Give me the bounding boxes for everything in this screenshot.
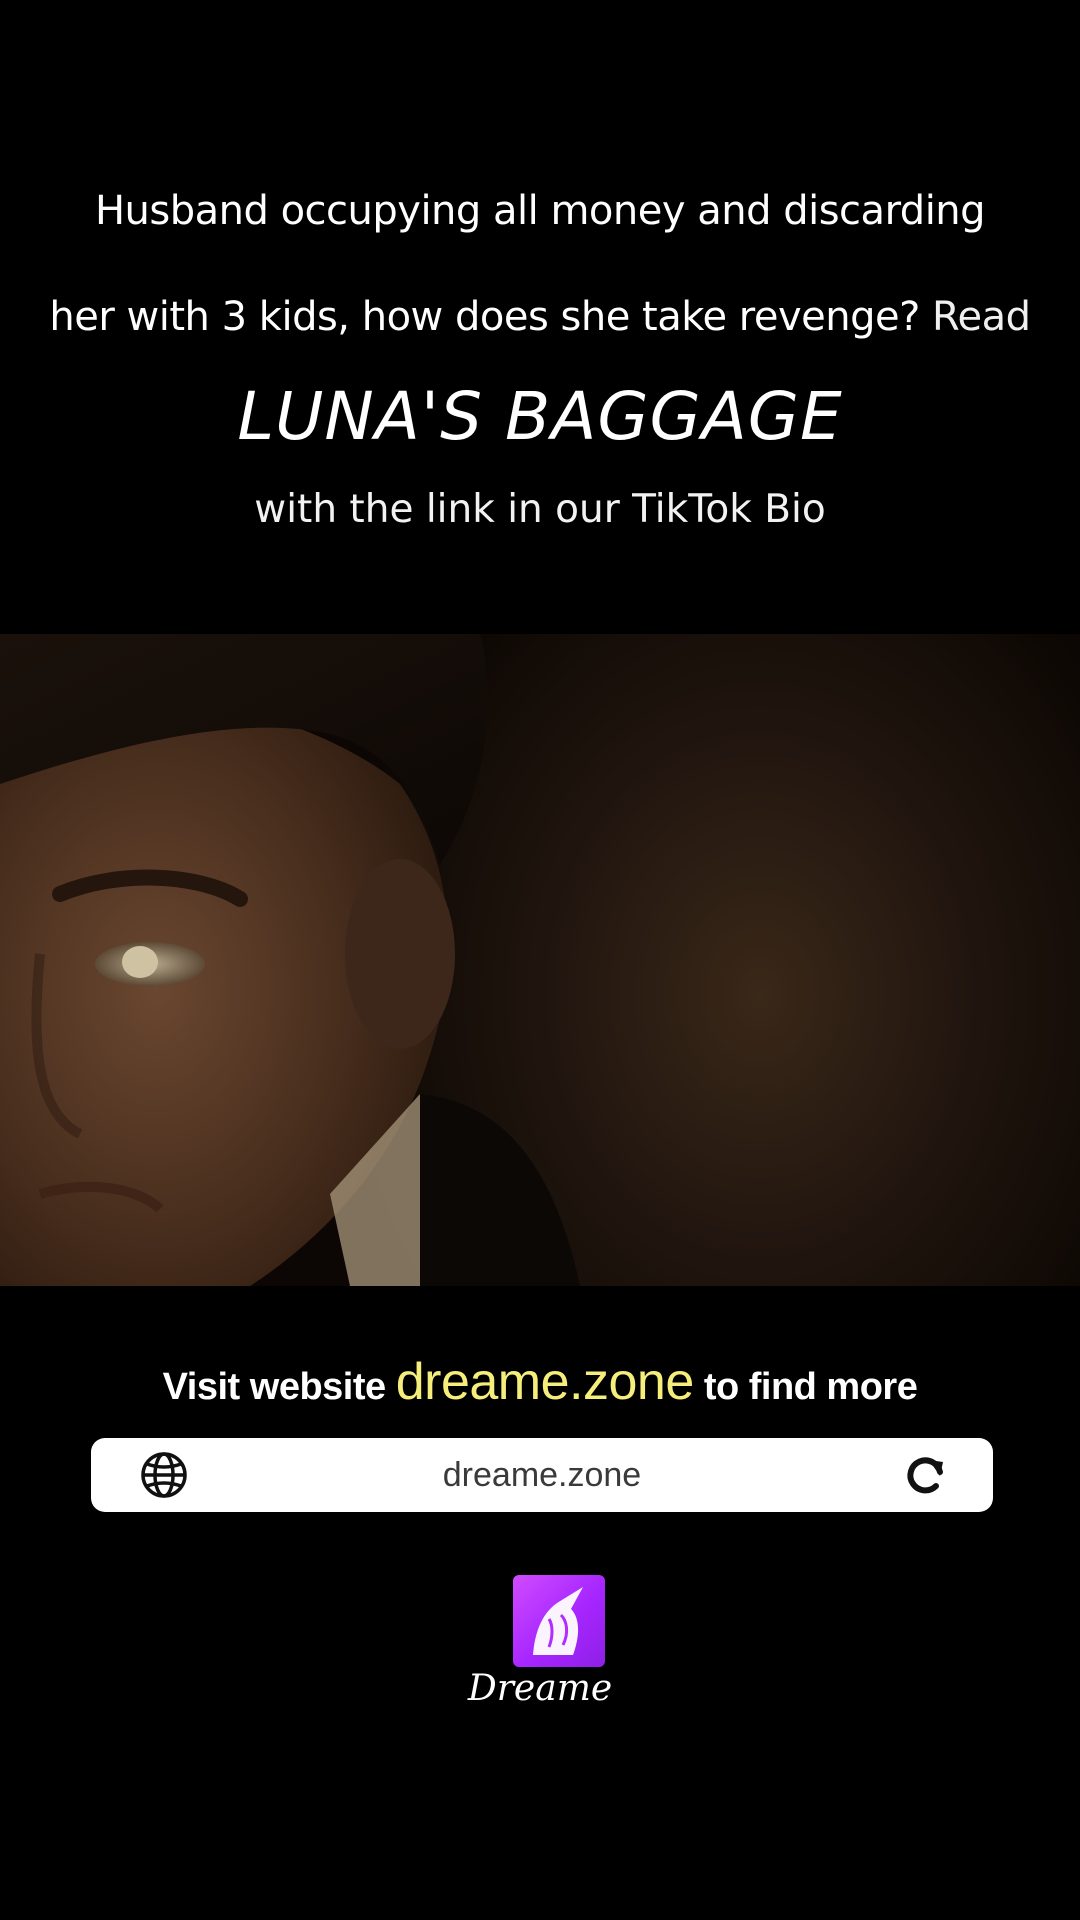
headline-line-1: Husband occupying all money and discardi… [94,188,986,234]
unicorn-logo-icon [513,1575,605,1667]
visit-prefix: Visit website [162,1366,387,1408]
video-frame[interactable] [0,634,1080,1286]
visit-suffix: to find more [703,1366,918,1408]
book-title: LUNA'S BAGGAGE [237,378,843,455]
url-text[interactable]: dreame.zone [91,1438,993,1512]
link-in-bio-text: with the link in our TikTok Bio [254,487,826,532]
visit-website-line: Visit website dreame.zone to find more [0,1352,1080,1412]
read-word: Read [932,294,1031,340]
film-still-image [0,634,580,1286]
headline-line-2: her with 3 kids, how does she take reven… [0,294,1080,340]
url-bar[interactable]: dreame.zone [91,1438,993,1512]
reload-icon[interactable] [903,1452,949,1498]
headline-line-2-text: her with 3 kids, how does she take reven… [49,294,920,340]
promo-domain[interactable]: dreame.zone [396,1353,695,1411]
brand-name: Dreame [467,1668,613,1709]
